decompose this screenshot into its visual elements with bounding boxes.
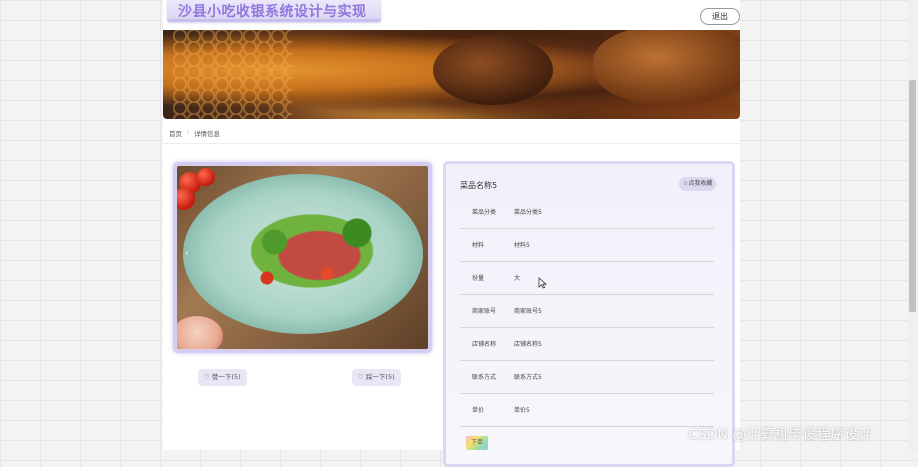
detail-row: 菜品分类 菜品分类5 [460, 195, 714, 229]
detail-row-label: 份量 [472, 275, 485, 282]
detail-row: 店铺名称 店铺名称5 [460, 327, 714, 361]
detail-row-label: 材料 [472, 242, 485, 249]
dislike-button[interactable]: ♡ 踩一下(5) [352, 369, 401, 386]
like-label: 赞一下(5) [211, 373, 241, 381]
logout-button[interactable]: 退出 [700, 8, 740, 25]
detail-row-value: 店铺名称5 [514, 341, 542, 348]
tomato-shape [177, 188, 195, 210]
site-title-badge: 沙县小吃收银系统设计与实现 [167, 0, 381, 22]
detail-row-label: 店铺名称 [472, 341, 497, 348]
detail-row-label: 联系方式 [472, 374, 497, 381]
banner-food-shape [593, 30, 740, 105]
dish-name-title: 菜品名称5 [460, 181, 498, 190]
detail-row-value: 联系方式5 [514, 374, 542, 381]
banner-food-shape [433, 35, 553, 105]
detail-row: 联系方式 联系方式5 [460, 360, 714, 394]
detail-row-value: 商家账号5 [514, 308, 542, 315]
breadcrumb-home-link[interactable]: 首页 [169, 128, 182, 138]
detail-row-label: 菜品分类 [472, 209, 497, 216]
breadcrumb-current: 详情信息 [194, 130, 220, 138]
detail-row: 份量 大 [460, 261, 714, 295]
detail-row-value: 材料5 [514, 242, 530, 249]
thumb-up-icon: ♡ [204, 373, 210, 381]
detail-row: 单价 单价5 [460, 393, 714, 427]
favorite-button[interactable]: ☆点我收藏 [679, 177, 717, 191]
detail-row: 商家账号 商家账号5 [460, 294, 714, 328]
hero-banner-image [163, 30, 740, 119]
banner-honeycomb-texture [173, 30, 293, 119]
order-tag-button[interactable]: 下单 [466, 436, 488, 450]
detail-row: 材料 材料5 [460, 228, 714, 262]
breadcrumb: 首页 : 详情信息 [163, 121, 740, 144]
detail-row-value: 单价5 [514, 407, 530, 414]
detail-row-value: 大 [514, 275, 521, 282]
detail-card: 菜品名称5 ☆点我收藏 菜品分类 菜品分类5 材料 材料5 份量 大 商家账号 … [443, 161, 735, 467]
breadcrumb-separator: : [187, 128, 190, 136]
tomato-shape [197, 168, 215, 186]
detail-row-label: 商家账号 [472, 308, 497, 315]
image-carousel: ‹ [173, 162, 432, 353]
mouse-cursor-icon [538, 277, 547, 289]
dish-photo: ‹ [177, 166, 428, 349]
detail-row-label: 单价 [472, 407, 485, 414]
site-title: 沙县小吃收银系统设计与实现 [178, 4, 367, 20]
carousel-dots [293, 341, 327, 347]
sauce-bowl [177, 316, 223, 349]
favorite-label: 点我收藏 [688, 180, 713, 187]
dish-salad [237, 206, 387, 296]
page-scrollbar-thumb[interactable] [909, 80, 916, 312]
detail-row-value: 菜品分类5 [514, 209, 542, 216]
thumb-down-icon: ♡ [358, 373, 364, 381]
csdn-watermark: CSDN @计算机毕设程序设计 [688, 427, 873, 443]
dislike-label: 踩一下(5) [365, 373, 395, 381]
carousel-prev-icon[interactable]: ‹ [185, 248, 189, 259]
like-button[interactable]: ♡ 赞一下(5) [198, 369, 247, 386]
